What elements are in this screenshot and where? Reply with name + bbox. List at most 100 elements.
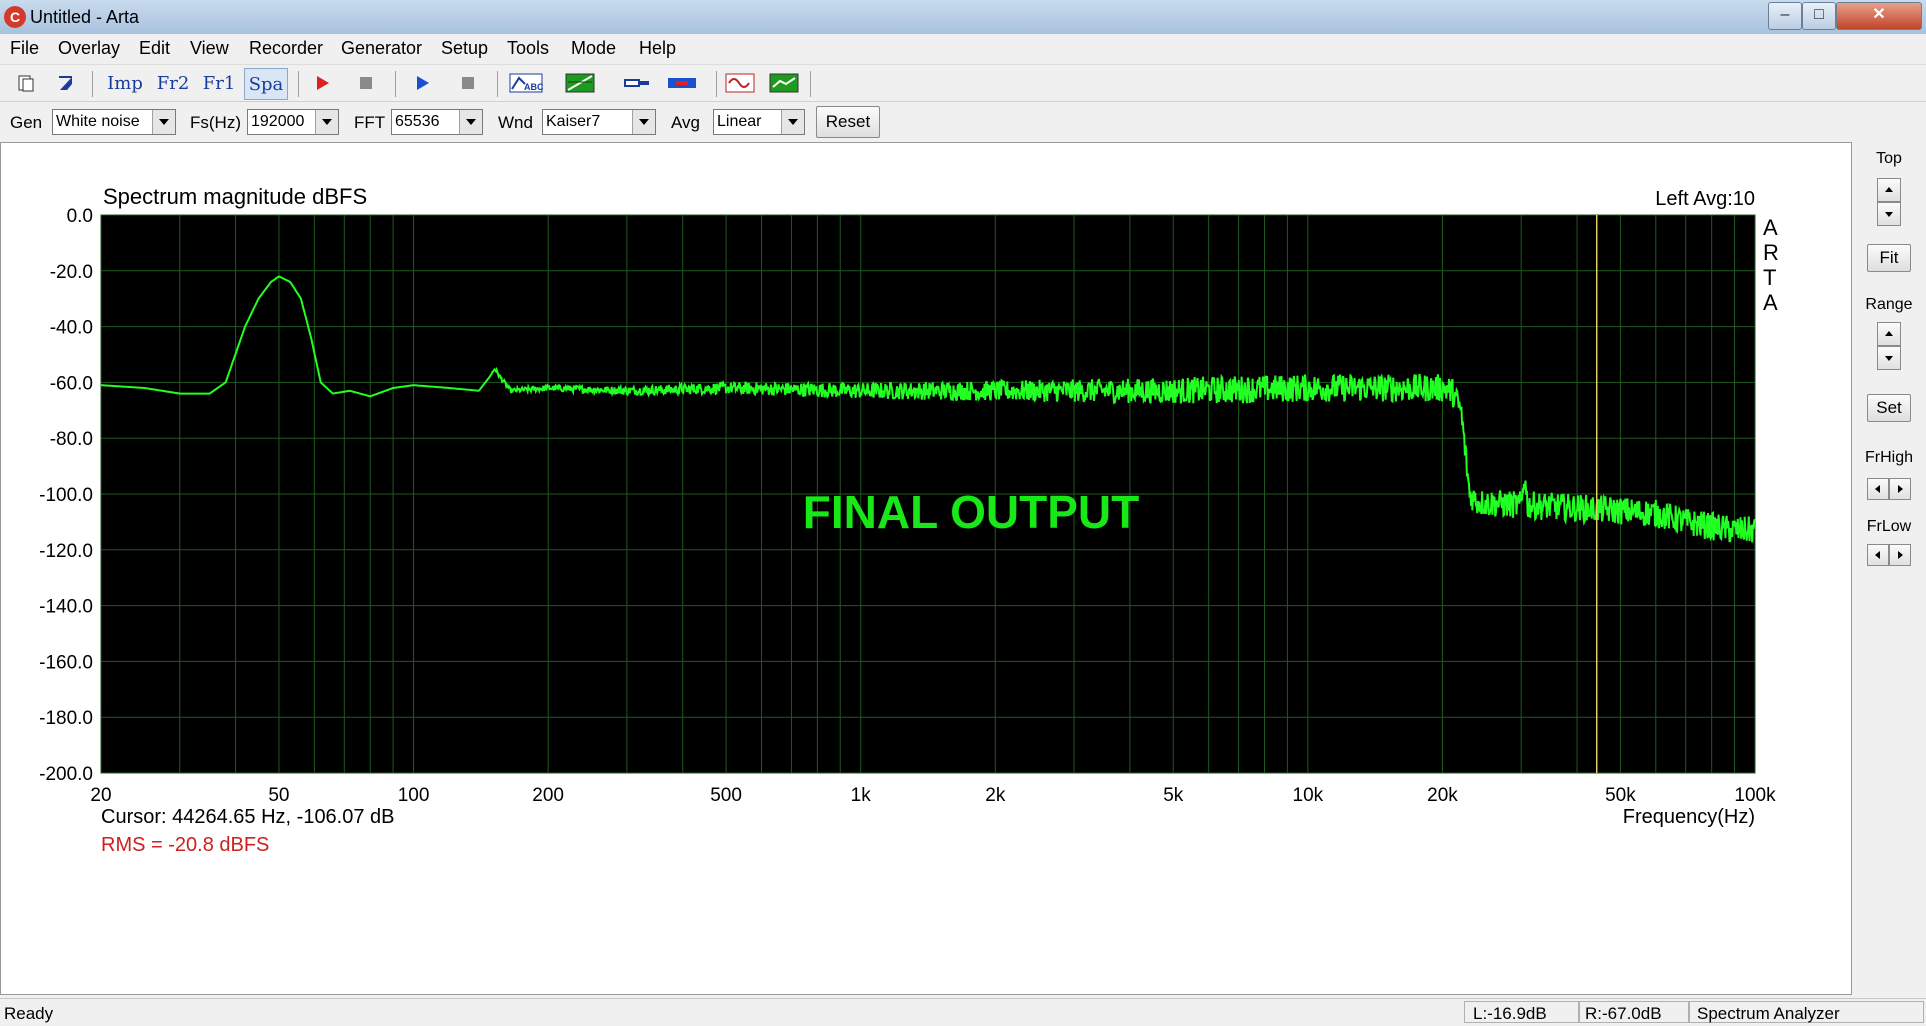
record-icon[interactable]	[306, 68, 338, 98]
averaging-select[interactable]: Linear	[713, 109, 805, 135]
menu-overlay[interactable]: Overlay	[58, 38, 120, 59]
toolbar-separator	[92, 71, 93, 97]
bars-icon[interactable]	[664, 68, 700, 98]
range-down-button[interactable]	[1877, 346, 1901, 370]
waveform-icon[interactable]	[722, 68, 758, 98]
x-tick-label: 100	[398, 785, 430, 806]
chevron-down-icon[interactable]	[459, 110, 482, 134]
window-select[interactable]: Kaiser7	[542, 109, 656, 135]
x-tick-label: 50k	[1605, 785, 1636, 806]
range-up-button[interactable]	[1877, 322, 1901, 346]
rms-readout: RMS = -20.8 dBFS	[101, 834, 269, 856]
fr1-mode-icon[interactable]: Fr1	[198, 68, 240, 98]
menu-tools[interactable]: Tools	[507, 38, 549, 59]
x-tick-label: 500	[710, 785, 742, 806]
gen-label: Gen	[10, 113, 43, 132]
stop-playback-icon[interactable]	[452, 68, 484, 98]
frlow-label: FrLow	[1866, 518, 1912, 535]
fft-size-select[interactable]: 65536	[391, 109, 483, 135]
svg-text:ABC: ABC	[524, 82, 543, 92]
fft-size-value: 65536	[395, 113, 440, 130]
menu-setup[interactable]: Setup	[441, 38, 488, 59]
top-up-button[interactable]	[1877, 178, 1901, 202]
frlow-right-button[interactable]	[1889, 544, 1911, 566]
x-tick-label: 1k	[851, 785, 872, 806]
frhigh-right-button[interactable]	[1889, 478, 1911, 500]
toolbar-separator	[395, 71, 396, 97]
brand-letter: A	[1763, 290, 1778, 315]
abc-scope-icon[interactable]: ABC	[507, 68, 545, 98]
y-tick-label: -20.0	[50, 262, 93, 283]
y-tick-label: -80.0	[50, 429, 93, 450]
cursor-readout: Cursor: 44264.65 Hz, -106.07 dB	[101, 806, 395, 828]
menu-file[interactable]: File	[10, 38, 39, 59]
set-button[interactable]: Set	[1867, 394, 1911, 422]
x-tick-label: 50	[268, 785, 289, 806]
generator-select[interactable]: White noise	[52, 109, 176, 135]
frhigh-left-button[interactable]	[1867, 478, 1889, 500]
brand-letter: A	[1763, 215, 1778, 240]
mode-pane: Spectrum Analyzer	[1688, 1001, 1924, 1023]
window-label: Wnd	[498, 113, 533, 132]
y-tick-label: -180.0	[39, 708, 93, 729]
generator-value: White noise	[56, 113, 140, 130]
mode-text: Spectrum Analyzer	[1697, 1004, 1840, 1023]
right-panel: Top Fit Range Set FrHigh FrLow	[1852, 142, 1926, 995]
spectrum-mode-icon[interactable]: Spa	[244, 68, 288, 100]
window-value: Kaiser7	[546, 113, 601, 130]
new-document-icon[interactable]	[10, 68, 42, 98]
reset-button[interactable]: Reset	[816, 106, 880, 138]
y-tick-label: -40.0	[50, 318, 93, 339]
y-tick-label: -60.0	[50, 373, 93, 394]
y-tick-label: -120.0	[39, 541, 93, 562]
sample-rate-value: 192000	[251, 113, 305, 130]
chevron-down-icon[interactable]	[781, 110, 804, 134]
open-arrow-icon[interactable]	[50, 68, 82, 98]
x-tick-label: 5k	[1163, 785, 1184, 806]
spectrum-view-icon[interactable]	[561, 68, 599, 98]
menu-recorder[interactable]: Recorder	[249, 38, 323, 59]
left-level-pane: L:-16.9dB	[1464, 1001, 1580, 1023]
control-bar: Gen White noise Fs(Hz) 192000 FFT 65536 …	[0, 103, 1926, 141]
avg-label: Avg	[671, 113, 700, 132]
window-title: Untitled - Arta	[30, 7, 140, 27]
status-ready: Ready	[4, 1004, 54, 1023]
impulse-mode-icon[interactable]: Imp	[104, 68, 146, 98]
play-icon[interactable]	[406, 68, 438, 98]
menu-edit[interactable]: Edit	[139, 38, 170, 59]
x-tick-label: 200	[532, 785, 564, 806]
fit-button[interactable]: Fit	[1867, 244, 1911, 272]
x-tick-label: 10k	[1293, 785, 1324, 806]
title-bar: C Untitled - Arta – □ ✕	[0, 0, 1926, 34]
brand-letter: T	[1763, 265, 1776, 290]
menu-view[interactable]: View	[190, 38, 229, 59]
chevron-down-icon[interactable]	[632, 110, 655, 134]
range-label: Range	[1865, 296, 1913, 313]
toolbar-separator	[497, 71, 498, 97]
spectrum-plot[interactable]: Spectrum magnitude dBFS Left Avg:10 ARTA…	[1, 143, 1851, 994]
chevron-down-icon[interactable]	[152, 110, 175, 134]
toolbar-separator	[810, 71, 811, 97]
chart-icon[interactable]	[766, 68, 802, 98]
menu-generator[interactable]: Generator	[341, 38, 422, 59]
minimize-button[interactable]: –	[1768, 2, 1802, 30]
top-down-button[interactable]	[1877, 202, 1901, 226]
frlow-left-button[interactable]	[1867, 544, 1889, 566]
chevron-down-icon[interactable]	[315, 110, 338, 134]
fr2-mode-icon[interactable]: Fr2	[152, 68, 194, 98]
y-tick-label: -160.0	[39, 652, 93, 673]
brand-letter: R	[1763, 240, 1779, 265]
right-level: R:-67.0dB	[1585, 1004, 1662, 1023]
close-button[interactable]: ✕	[1836, 2, 1922, 30]
toolbar: Imp Fr2 Fr1 Spa ABC	[0, 65, 1926, 102]
probe-icon[interactable]	[620, 68, 654, 98]
y-tick-label: -100.0	[39, 485, 93, 506]
menu-help[interactable]: Help	[639, 38, 676, 59]
maximize-button[interactable]: □	[1802, 2, 1836, 30]
menu-mode[interactable]: Mode	[571, 38, 616, 59]
frhigh-stepper[interactable]	[1867, 478, 1913, 500]
sample-rate-select[interactable]: 192000	[247, 109, 339, 135]
x-axis-label: Frequency(Hz)	[1623, 806, 1755, 828]
frlow-stepper[interactable]	[1867, 544, 1913, 566]
stop-icon[interactable]	[350, 68, 382, 98]
